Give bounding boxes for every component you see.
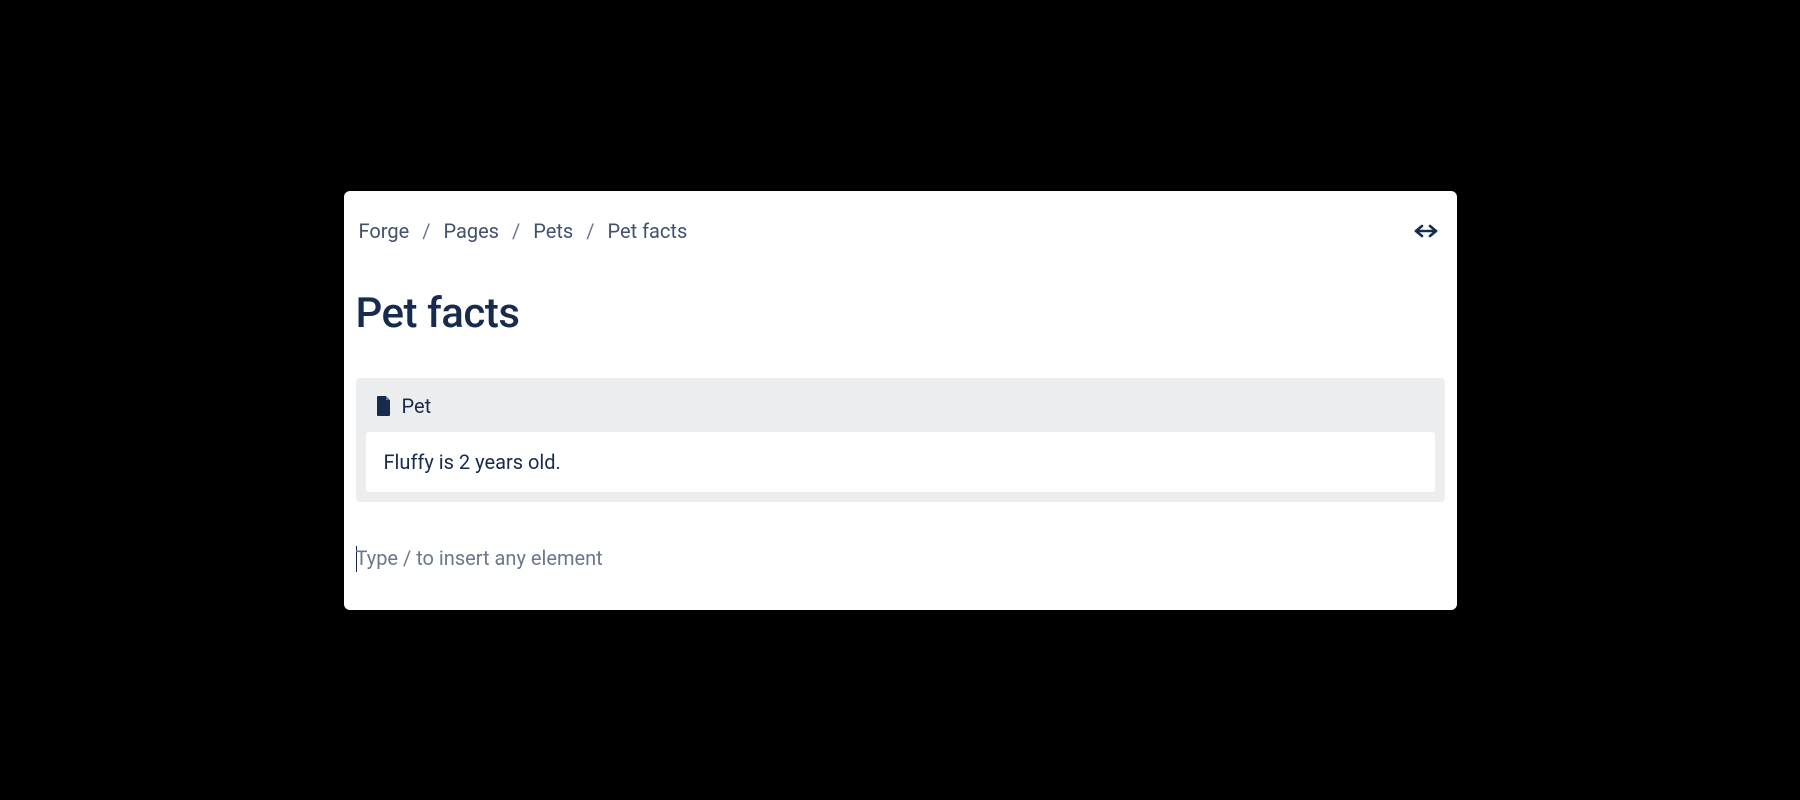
breadcrumb-item-pages[interactable]: Pages	[440, 219, 502, 243]
editor-input-line[interactable]: Type / to insert any element	[344, 502, 1457, 570]
breadcrumb-separator: /	[576, 219, 604, 243]
macro-content: Fluffy is 2 years old.	[366, 432, 1435, 492]
breadcrumb-item-pet-facts[interactable]: Pet facts	[605, 219, 691, 243]
breadcrumb-item-forge[interactable]: Forge	[356, 219, 413, 243]
top-row: Forge / Pages / Pets / Pet facts	[344, 191, 1457, 243]
breadcrumb: Forge / Pages / Pets / Pet facts	[356, 219, 691, 243]
breadcrumb-separator: /	[412, 219, 440, 243]
breadcrumb-item-pets[interactable]: Pets	[530, 219, 576, 243]
macro-header: Pet	[362, 384, 1439, 428]
page-icon	[376, 396, 392, 416]
app-window: Forge / Pages / Pets / Pet facts P	[344, 191, 1457, 610]
editor-placeholder: Type / to insert any element	[356, 546, 603, 570]
breadcrumb-separator: /	[502, 219, 530, 243]
arrow-right-icon	[1425, 223, 1439, 239]
expand-width-button[interactable]	[1413, 223, 1439, 239]
page-title[interactable]: Pet facts	[344, 243, 1457, 338]
macro-block[interactable]: Pet Fluffy is 2 years old.	[356, 378, 1445, 502]
macro-label: Pet	[402, 394, 432, 418]
